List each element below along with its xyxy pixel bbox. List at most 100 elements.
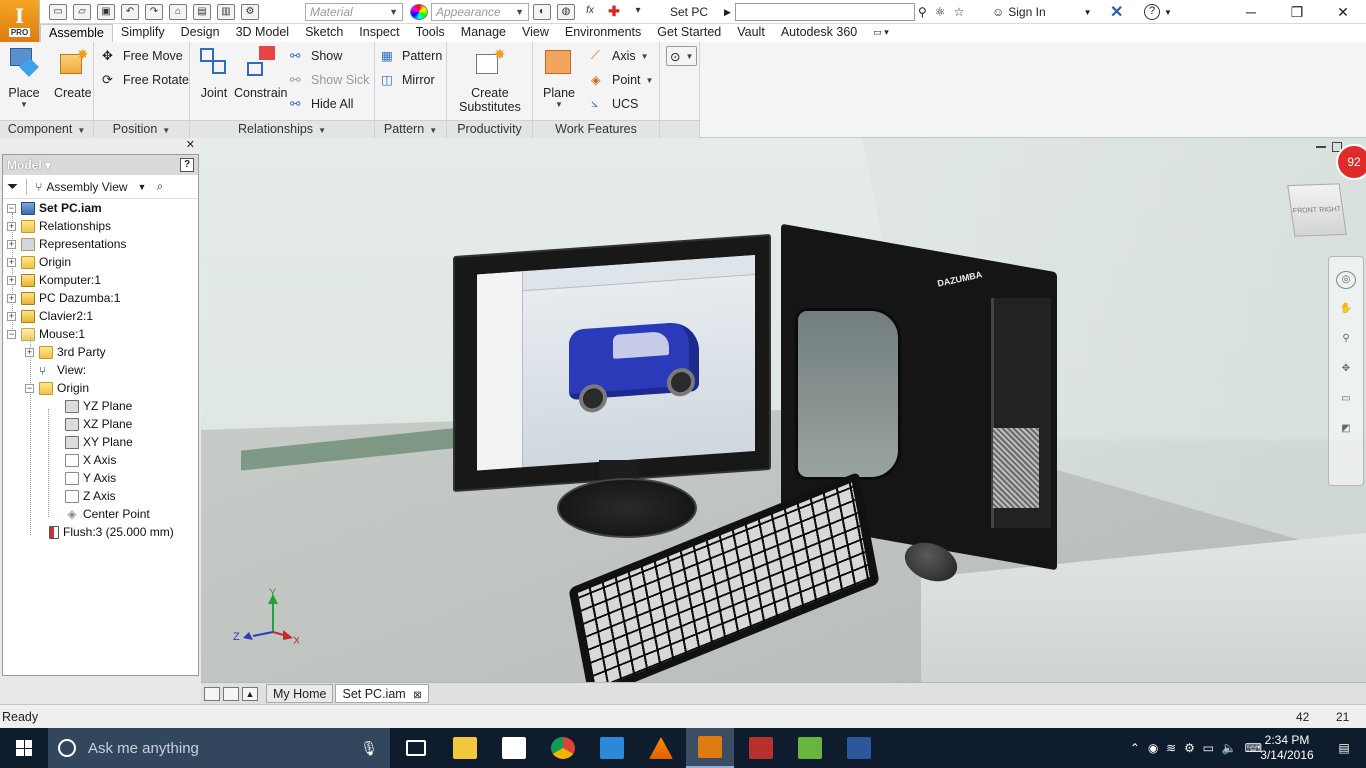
start-button[interactable] bbox=[0, 728, 48, 768]
chevron-up-icon[interactable]: ▲ bbox=[242, 686, 258, 701]
clock[interactable]: 2:34 PM 3/14/2016 bbox=[1252, 728, 1322, 768]
file-explorer-button[interactable] bbox=[441, 728, 489, 768]
tab-get-started[interactable]: Get Started bbox=[649, 24, 729, 42]
filter-icon[interactable]: ⏷ bbox=[7, 178, 18, 195]
search-icon[interactable]: ⚲ bbox=[918, 5, 927, 19]
collapse-icon[interactable]: − bbox=[25, 383, 34, 393]
look-at-icon[interactable]: ▭ bbox=[1336, 391, 1356, 409]
close-button[interactable]: ✕ bbox=[1320, 0, 1366, 24]
tab-sketch[interactable]: Sketch bbox=[297, 24, 351, 42]
collapse-icon[interactable]: − bbox=[7, 329, 16, 339]
search-expand-icon[interactable]: ▶ bbox=[724, 7, 731, 18]
create-button[interactable]: ✸ Create bbox=[54, 46, 92, 100]
help-icon[interactable]: ? bbox=[1144, 4, 1160, 20]
steering-wheel-icon[interactable]: ◎ bbox=[1336, 271, 1356, 289]
show-button[interactable]: ⚯ Show bbox=[290, 46, 342, 66]
sign-in-button[interactable]: ☺ Sign In ▼ bbox=[992, 0, 1092, 24]
wifi-icon[interactable]: ≋ bbox=[1166, 741, 1176, 755]
tree-item-yz-plane[interactable]: YZ Plane bbox=[65, 397, 132, 415]
view-face-icon[interactable]: ◩ bbox=[1336, 421, 1356, 439]
tree-item-center-point[interactable]: ◈ Center Point bbox=[65, 505, 149, 523]
star-icon[interactable]: ☆ bbox=[954, 5, 965, 19]
chevron-down-icon[interactable]: ▼ bbox=[138, 182, 147, 192]
store-button[interactable] bbox=[490, 728, 538, 768]
tab-3d-model[interactable]: 3D Model bbox=[228, 24, 298, 42]
close-tab-icon[interactable]: ⊠ bbox=[413, 690, 421, 701]
tree-item-view[interactable]: ⑂ View: bbox=[39, 361, 86, 379]
clear-appearance-icon[interactable]: ◍ bbox=[557, 4, 575, 20]
orbit-icon[interactable]: ✥ bbox=[1336, 361, 1356, 379]
hide-all-button[interactable]: ⚯ Hide All bbox=[290, 94, 353, 114]
volume-icon[interactable]: 🔈 bbox=[1222, 741, 1237, 755]
free-rotate-button[interactable]: ⟳ Free Rotate bbox=[102, 70, 189, 90]
tab-set-pc[interactable]: Set PC.iam ⊠ bbox=[335, 684, 429, 703]
ribbon-minimize-toggle[interactable]: ▭ ▾ bbox=[865, 24, 897, 42]
zoom-icon[interactable]: ⚲ bbox=[1336, 331, 1356, 349]
position-panel-title[interactable]: Position ▼ bbox=[94, 120, 189, 138]
expand-icon[interactable]: + bbox=[7, 293, 16, 303]
place-button[interactable]: Place ▼ bbox=[8, 46, 40, 109]
browser-title-dropdown[interactable]: Model ▾ bbox=[7, 158, 51, 172]
cascade-windows-icon[interactable] bbox=[223, 686, 239, 701]
expand-icon[interactable]: + bbox=[25, 347, 34, 357]
tree-item-representations[interactable]: + Representations bbox=[7, 235, 126, 253]
tab-autodesk-360[interactable]: Autodesk 360 bbox=[773, 24, 865, 42]
viewcube[interactable]: FRONT RIGHT bbox=[1287, 183, 1347, 237]
microphone-icon[interactable]: 🎙 bbox=[360, 740, 378, 757]
tab-manage[interactable]: Manage bbox=[453, 24, 514, 42]
component-panel-title[interactable]: Component ▼ bbox=[0, 120, 93, 138]
tree-item-x-axis[interactable]: X Axis bbox=[65, 451, 116, 469]
tab-environments[interactable]: Environments bbox=[557, 24, 649, 42]
redo-icon[interactable]: ↷ bbox=[145, 4, 163, 20]
tab-assemble[interactable]: Assemble bbox=[40, 24, 113, 42]
tree-item-relationships[interactable]: + Relationships bbox=[7, 217, 111, 235]
new-file-icon[interactable]: ▭ bbox=[49, 4, 67, 20]
show-sick-button[interactable]: ⚯ Show Sick bbox=[290, 70, 369, 90]
tab-vault[interactable]: Vault bbox=[729, 24, 773, 42]
tree-item-flush-constraint[interactable]: Flush:3 (25.000 mm) bbox=[49, 523, 174, 541]
tree-item-xz-plane[interactable]: XZ Plane bbox=[65, 415, 132, 433]
tree-item-origin[interactable]: + Origin bbox=[7, 253, 71, 271]
tree-item-y-axis[interactable]: Y Axis bbox=[65, 469, 116, 487]
add-icon[interactable]: ✚ bbox=[605, 4, 623, 20]
mirror-button[interactable]: ◫ Mirror bbox=[381, 70, 435, 90]
pan-hand-icon[interactable]: ✋ bbox=[1336, 301, 1356, 319]
cortana-search-box[interactable]: Ask me anything 🎙 bbox=[48, 728, 390, 768]
tab-tools[interactable]: Tools bbox=[408, 24, 453, 42]
create-substitutes-button[interactable]: ✸ Create Substitutes bbox=[459, 46, 521, 114]
tab-simplify[interactable]: Simplify bbox=[113, 24, 173, 42]
tab-my-home[interactable]: My Home bbox=[266, 684, 334, 703]
viewcube-front-face[interactable]: FRONT bbox=[1292, 207, 1317, 215]
ucs-button[interactable]: ⦣ UCS bbox=[591, 94, 638, 114]
vlc-button[interactable] bbox=[637, 728, 685, 768]
assembly-view-dropdown[interactable]: Assembly View bbox=[46, 180, 127, 194]
free-move-button[interactable]: ✥ Free Move bbox=[102, 46, 183, 66]
plane-button[interactable]: Plane ▼ bbox=[543, 46, 575, 109]
tree-item-z-axis[interactable]: Z Axis bbox=[65, 487, 116, 505]
help-search-input[interactable] bbox=[734, 3, 915, 21]
subscription-icon[interactable]: ⚛ bbox=[935, 5, 946, 19]
network-icon[interactable]: ⚙ bbox=[1184, 741, 1195, 755]
tree-item-komputer[interactable]: + Komputer:1 bbox=[7, 271, 101, 289]
app-button-red[interactable] bbox=[737, 728, 785, 768]
customize-qat-icon[interactable]: ▾ bbox=[629, 4, 647, 20]
close-browser-icon[interactable]: ✕ bbox=[186, 138, 195, 151]
tree-root[interactable]: − Set PC.iam bbox=[7, 199, 102, 217]
point-button[interactable]: ◈ Point ▼ bbox=[591, 70, 653, 90]
task-view-button[interactable] bbox=[392, 728, 440, 768]
tree-item-clavier2[interactable]: + Clavier2:1 bbox=[7, 307, 93, 325]
collapse-icon[interactable]: − bbox=[7, 203, 16, 213]
undo-icon[interactable]: ↶ bbox=[121, 4, 139, 20]
project-icon[interactable]: ▤ bbox=[193, 4, 211, 20]
inventor-button[interactable] bbox=[686, 728, 734, 768]
restore-button[interactable]: ❐ bbox=[1274, 0, 1320, 24]
application-menu-button[interactable]: I PRO bbox=[0, 0, 40, 42]
chevron-up-icon[interactable]: ⌃ bbox=[1130, 741, 1140, 755]
word-button[interactable] bbox=[835, 728, 883, 768]
appearance-dropdown[interactable]: Appearance ▼ bbox=[431, 3, 529, 21]
constrain-button[interactable]: Constrain bbox=[234, 46, 288, 100]
tab-view[interactable]: View bbox=[514, 24, 557, 42]
fx-parameters-icon[interactable]: fx bbox=[581, 4, 599, 20]
power-icon[interactable]: ▭ bbox=[1203, 741, 1214, 755]
adjust-appearance-icon[interactable]: ◐ bbox=[533, 4, 551, 20]
